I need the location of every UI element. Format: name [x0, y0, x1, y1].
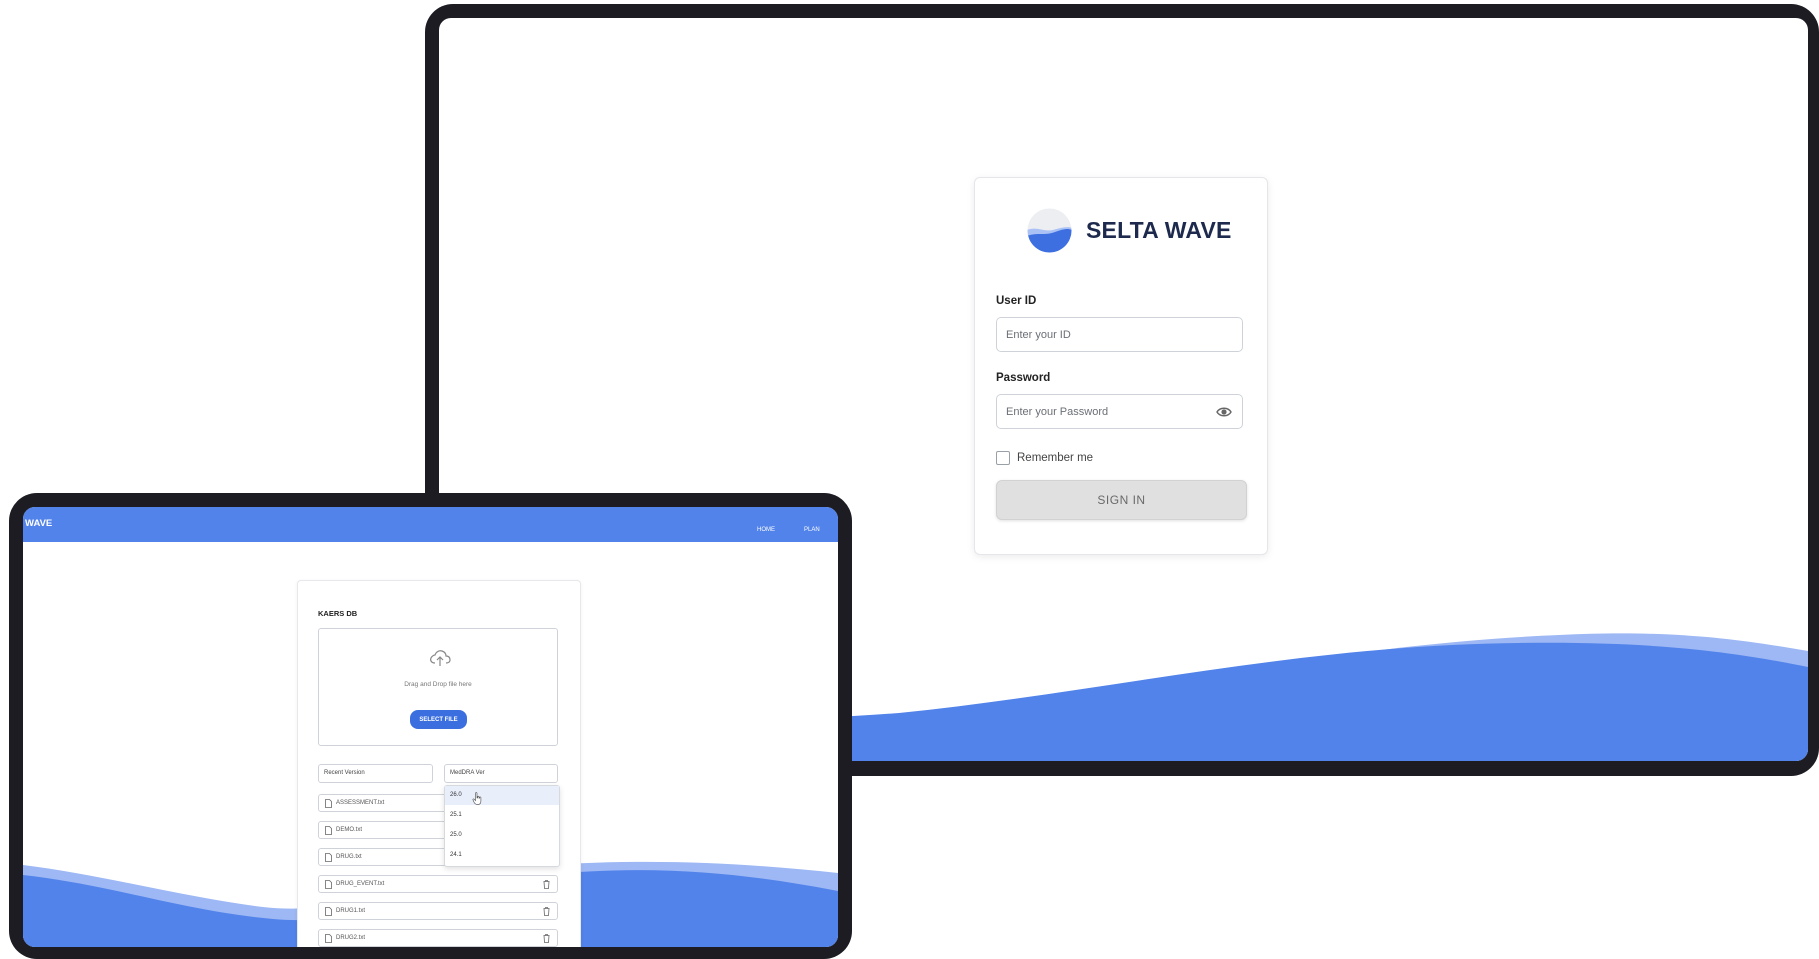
password-input[interactable] [997, 395, 1215, 428]
dropzone-text: Drag and Drop file here [404, 681, 472, 688]
tablet-device-frame: WAVE HOME PLAN KAERS DB Drag and Drop fi… [9, 493, 852, 959]
eye-icon[interactable] [1216, 405, 1232, 419]
file-row: DRUG1.txt [318, 902, 558, 920]
file-icon [325, 907, 332, 916]
file-icon [325, 880, 332, 889]
password-field[interactable] [996, 394, 1243, 429]
file-name: ASSESSMENT.txt [336, 800, 385, 806]
brand: SELTA WAVE [1027, 208, 1232, 253]
file-name: DRUG_EVENT.txt [336, 881, 385, 887]
meddra-option[interactable]: 25.1 [445, 806, 559, 825]
file-name: DEMO.txt [336, 827, 363, 833]
nav-home[interactable]: HOME [757, 527, 775, 533]
file-icon [325, 826, 332, 835]
app-brand[interactable]: WAVE [25, 518, 52, 529]
app-header: WAVE HOME PLAN [23, 507, 838, 542]
nav-plan[interactable]: PLAN [804, 527, 820, 533]
meddra-version-select[interactable]: MedDRA Ver [444, 764, 558, 783]
login-card: SELTA WAVE User ID Password Remember me … [974, 177, 1268, 555]
trash-icon[interactable] [543, 880, 550, 889]
file-name: DRUG2.txt [336, 935, 366, 941]
file-row: DRUG_EVENT.txt [318, 875, 558, 893]
remember-label: Remember me [1017, 452, 1094, 464]
file-name: DRUG.txt [336, 854, 362, 860]
wave-logo-icon [1027, 208, 1072, 253]
file-dropzone[interactable]: Drag and Drop file here SELECT FILE [318, 628, 558, 746]
sign-in-button[interactable]: SIGN IN [996, 480, 1247, 520]
meddra-dropdown-menu: 26.0 25.1 25.0 24.1 [444, 785, 560, 867]
option-label: 26.0 [450, 792, 462, 798]
user-id-input[interactable] [997, 318, 1215, 351]
file-name: DRUG1.txt [336, 908, 366, 914]
kaers-db-panel: KAERS DB Drag and Drop file here SELECT … [297, 580, 581, 947]
remember-checkbox[interactable] [996, 451, 1010, 465]
file-icon [325, 799, 332, 808]
panel-title: KAERS DB [318, 609, 358, 618]
cloud-upload-icon [430, 650, 451, 666]
select-file-button[interactable]: SELECT FILE [410, 710, 467, 729]
meddra-option[interactable]: 26.0 [445, 786, 559, 805]
meddra-option[interactable]: 25.0 [445, 826, 559, 845]
password-label: Password [996, 372, 1051, 384]
file-icon [325, 934, 332, 943]
brand-name: SELTA WAVE [1086, 217, 1232, 243]
file-row: DRUG2.txt [318, 929, 558, 947]
hand-cursor-icon [472, 792, 482, 805]
trash-icon[interactable] [543, 934, 550, 943]
file-icon [325, 853, 332, 862]
user-id-label: User ID [996, 295, 1037, 307]
trash-icon[interactable] [543, 907, 550, 916]
recent-version-field[interactable]: Recent Version [318, 764, 433, 783]
upload-screen: WAVE HOME PLAN KAERS DB Drag and Drop fi… [23, 507, 838, 947]
user-id-field[interactable] [996, 317, 1243, 352]
remember-me[interactable]: Remember me [996, 451, 1093, 465]
meddra-option[interactable]: 24.1 [445, 846, 559, 865]
